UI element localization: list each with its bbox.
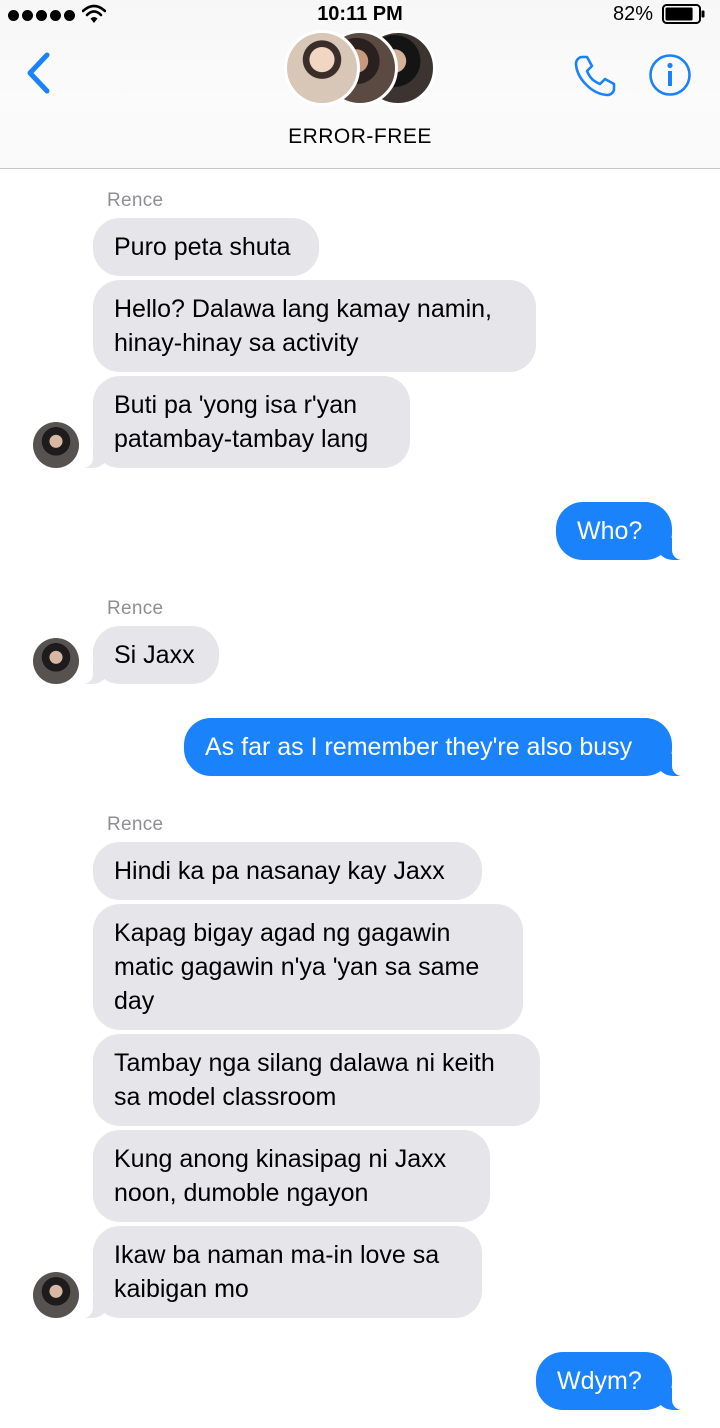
incoming-message-bubble[interactable]: Kung anong kinasipag ni Jaxx noon, dumob… bbox=[93, 1130, 490, 1222]
sender-avatar[interactable] bbox=[33, 422, 79, 468]
conversation-title[interactable]: ERROR-FREE bbox=[0, 125, 720, 149]
outgoing-message-bubble[interactable]: Who? bbox=[556, 502, 692, 560]
back-chevron-icon[interactable] bbox=[22, 50, 54, 96]
incoming-message-bubble[interactable]: Buti pa 'yong isa r'yan patambay-tambay … bbox=[73, 376, 410, 468]
status-bar: 10:11 PM 82% bbox=[0, 0, 720, 30]
battery-icon bbox=[662, 4, 705, 24]
incoming-message-bubble[interactable]: Hindi ka pa nasanay kay Jaxx bbox=[93, 842, 482, 900]
incoming-message-bubble[interactable]: Puro peta shuta bbox=[93, 218, 319, 276]
sender-avatar[interactable] bbox=[33, 638, 79, 684]
outgoing-message-bubble[interactable]: As far as I remember they're also busy bbox=[184, 718, 692, 776]
sender-name: Rence bbox=[107, 598, 164, 619]
phone-icon[interactable] bbox=[572, 53, 618, 99]
incoming-message-bubble[interactable]: Si Jaxx bbox=[73, 626, 219, 684]
group-avatars[interactable] bbox=[284, 30, 436, 110]
incoming-message-bubble[interactable]: Ikaw ba naman ma-in love sa kaibigan mo bbox=[73, 1226, 482, 1318]
incoming-message-bubble[interactable]: Hello? Dalawa lang kamay namin, hinay-hi… bbox=[93, 280, 536, 372]
sender-avatar[interactable] bbox=[33, 1272, 79, 1318]
outgoing-message-bubble[interactable]: Wdym? bbox=[536, 1352, 692, 1410]
info-icon[interactable] bbox=[648, 53, 692, 97]
group-member-avatar bbox=[284, 30, 360, 106]
incoming-message-bubble[interactable]: Kapag bigay agad ng gagawin matic gagawi… bbox=[93, 904, 523, 1030]
sender-name: Rence bbox=[107, 814, 164, 835]
incoming-message-bubble[interactable]: Tambay nga silang dalawa ni keith sa mod… bbox=[93, 1034, 540, 1126]
sender-name: Rence bbox=[107, 190, 164, 211]
battery-percentage: 82% bbox=[612, 3, 653, 25]
